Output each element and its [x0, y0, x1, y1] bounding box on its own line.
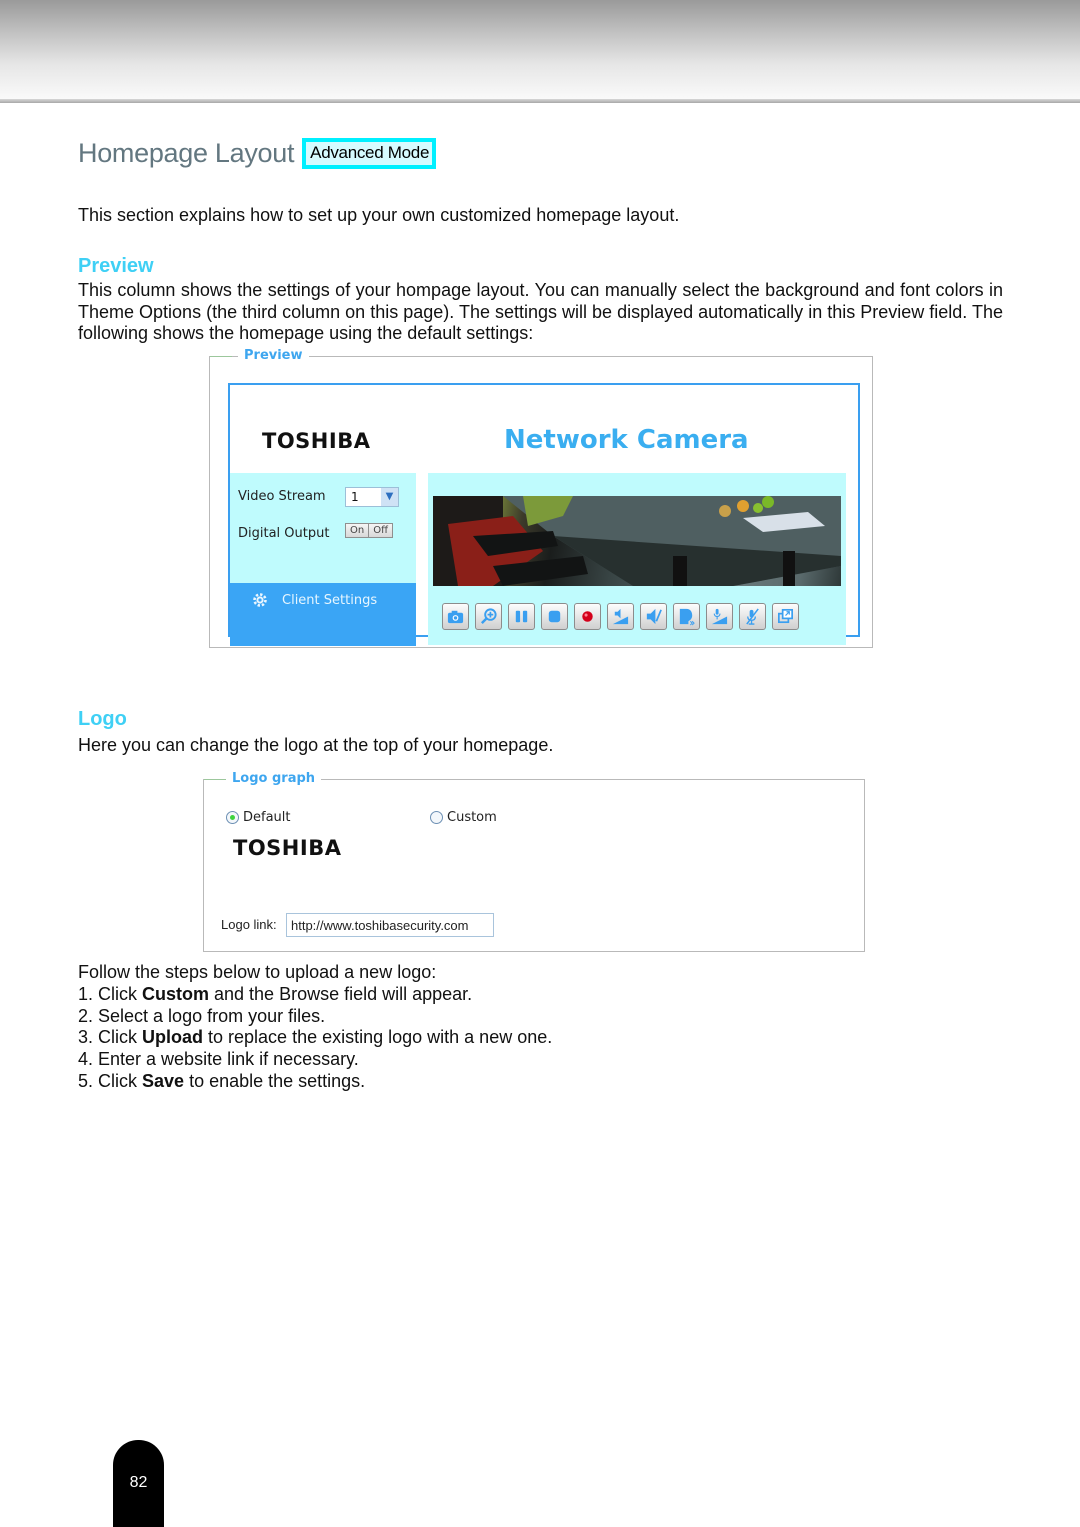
record-icon — [582, 611, 593, 622]
fullscreen-button[interactable] — [772, 603, 799, 630]
preview-logo: TOSHIBA — [262, 429, 371, 453]
mic-mute-button[interactable] — [739, 603, 766, 630]
mic-mute-icon — [746, 608, 759, 625]
intro-text: This section explains how to set up your… — [78, 205, 680, 225]
step-item: 5. Click Save to enable the settings. — [78, 1071, 552, 1093]
talk-button[interactable] — [673, 603, 700, 630]
mic-volume-icon — [711, 608, 728, 625]
step-text: 2. Select a logo from your files. — [78, 1005, 326, 1026]
digital-zoom-button[interactable] — [475, 603, 502, 630]
step-text: 5. Click — [78, 1070, 143, 1091]
logo-description: Here you can change the logo at the top … — [78, 735, 554, 755]
chevron-down-icon: ▼ — [381, 488, 398, 506]
preview-legend: Preview — [238, 348, 309, 363]
step-keyword: Upload — [142, 1027, 204, 1048]
legend-rule — [204, 779, 226, 780]
mute-icon — [646, 608, 662, 625]
radio-custom-button[interactable] — [430, 811, 443, 824]
client-settings-label: Client Settings — [282, 592, 378, 608]
page-title-text: Homepage Layout — [78, 138, 295, 168]
radio-default-button[interactable] — [226, 811, 239, 824]
volume-icon — [612, 608, 629, 625]
radio-custom-label: Custom — [447, 810, 497, 825]
preview-site-title: Network Camera — [504, 425, 749, 455]
preview-description: This column shows the settings of your h… — [78, 280, 1003, 343]
step-text: to enable the settings. — [184, 1070, 366, 1091]
radio-custom[interactable]: Custom — [430, 810, 497, 825]
snapshot-button[interactable] — [442, 603, 469, 630]
step-item: 4. Enter a website link if necessary. — [78, 1049, 552, 1071]
logo-link-label: Logo link: — [221, 917, 277, 932]
step-item: 1. Click Custom and the Browse field wil… — [78, 984, 552, 1006]
video-scene — [433, 496, 841, 586]
on-button[interactable]: On — [346, 524, 369, 537]
step-text: 4. Enter a website link if necessary. — [78, 1049, 359, 1070]
video-stream-select[interactable]: 1 ▼ — [345, 487, 399, 507]
step-text: and the Browse field will appear. — [209, 983, 473, 1004]
header-band — [0, 0, 1080, 99]
video-stream-image — [433, 496, 841, 586]
page-number: 82 — [129, 1474, 148, 1491]
digital-output-label: Digital Output — [238, 526, 330, 541]
video-stream-value: 1 — [351, 490, 359, 504]
snapshot-icon — [447, 610, 464, 624]
preview-heading: Preview — [78, 255, 154, 277]
logo-graph-panel: Logo graph Default Custom TOSHIBA Logo l… — [203, 771, 865, 952]
step-text: 1. Click — [78, 983, 143, 1004]
talk-icon — [679, 608, 695, 626]
logo-heading: Logo — [78, 708, 127, 730]
fullscreen-icon — [777, 608, 794, 624]
video-toolbar — [442, 603, 799, 630]
step-item: 2. Select a logo from your files. — [78, 1006, 552, 1028]
radio-default-label: Default — [243, 810, 291, 825]
logo-graph-legend: Logo graph — [226, 771, 322, 786]
pause-button[interactable] — [508, 603, 535, 630]
preview-panel: Preview TOSHIBA Network Camera Video Str… — [209, 348, 873, 648]
step-text: to replace the existing logo with a new … — [203, 1027, 553, 1048]
mute-button[interactable] — [640, 603, 667, 630]
logo-link-input[interactable] — [286, 913, 494, 937]
legend-rule — [210, 356, 232, 357]
digital-output-toggle: On Off — [345, 523, 393, 538]
step-keyword: Save — [142, 1070, 185, 1091]
upload-steps: Follow the steps below to upload a new l… — [78, 962, 552, 1093]
volume-button[interactable] — [607, 603, 634, 630]
stop-button[interactable] — [541, 603, 568, 630]
record-button[interactable] — [574, 603, 601, 630]
radio-default[interactable]: Default — [226, 810, 291, 825]
client-settings-link[interactable]: Client Settings — [252, 592, 377, 608]
step-keyword: Custom — [142, 983, 210, 1004]
mic-volume-button[interactable] — [706, 603, 733, 630]
advanced-mode-badge: Advanced Mode — [302, 138, 437, 169]
steps-intro: Follow the steps below to upload a new l… — [78, 962, 437, 982]
gear-icon — [253, 593, 267, 607]
preview-frame: TOSHIBA Network Camera Video Stream 1 ▼ … — [228, 383, 860, 646]
stop-icon — [548, 610, 561, 623]
page-number-tab: 82 — [113, 1440, 164, 1527]
off-button[interactable]: Off — [368, 524, 392, 537]
step-item: 3. Click Upload to replace the existing … — [78, 1027, 552, 1049]
step-text: 3. Click — [78, 1027, 143, 1048]
page-title: Homepage Layout Advanced Mode — [78, 138, 437, 169]
preview-main-area — [428, 473, 846, 645]
current-logo: TOSHIBA — [233, 836, 342, 860]
header-rule — [0, 99, 1080, 103]
video-stream-label: Video Stream — [238, 489, 326, 504]
digital-zoom-icon — [480, 608, 497, 625]
pause-icon — [515, 610, 528, 623]
